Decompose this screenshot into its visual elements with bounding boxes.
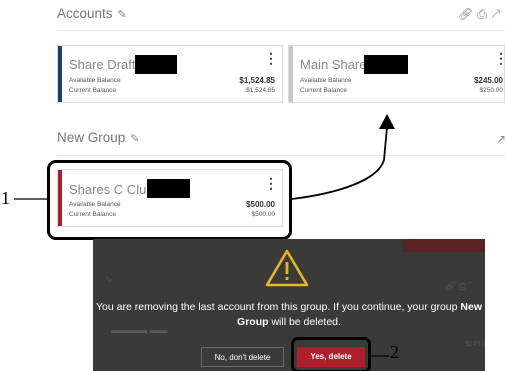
- callout-2-leader: [371, 355, 389, 357]
- callout-number-2: 2: [390, 342, 399, 362]
